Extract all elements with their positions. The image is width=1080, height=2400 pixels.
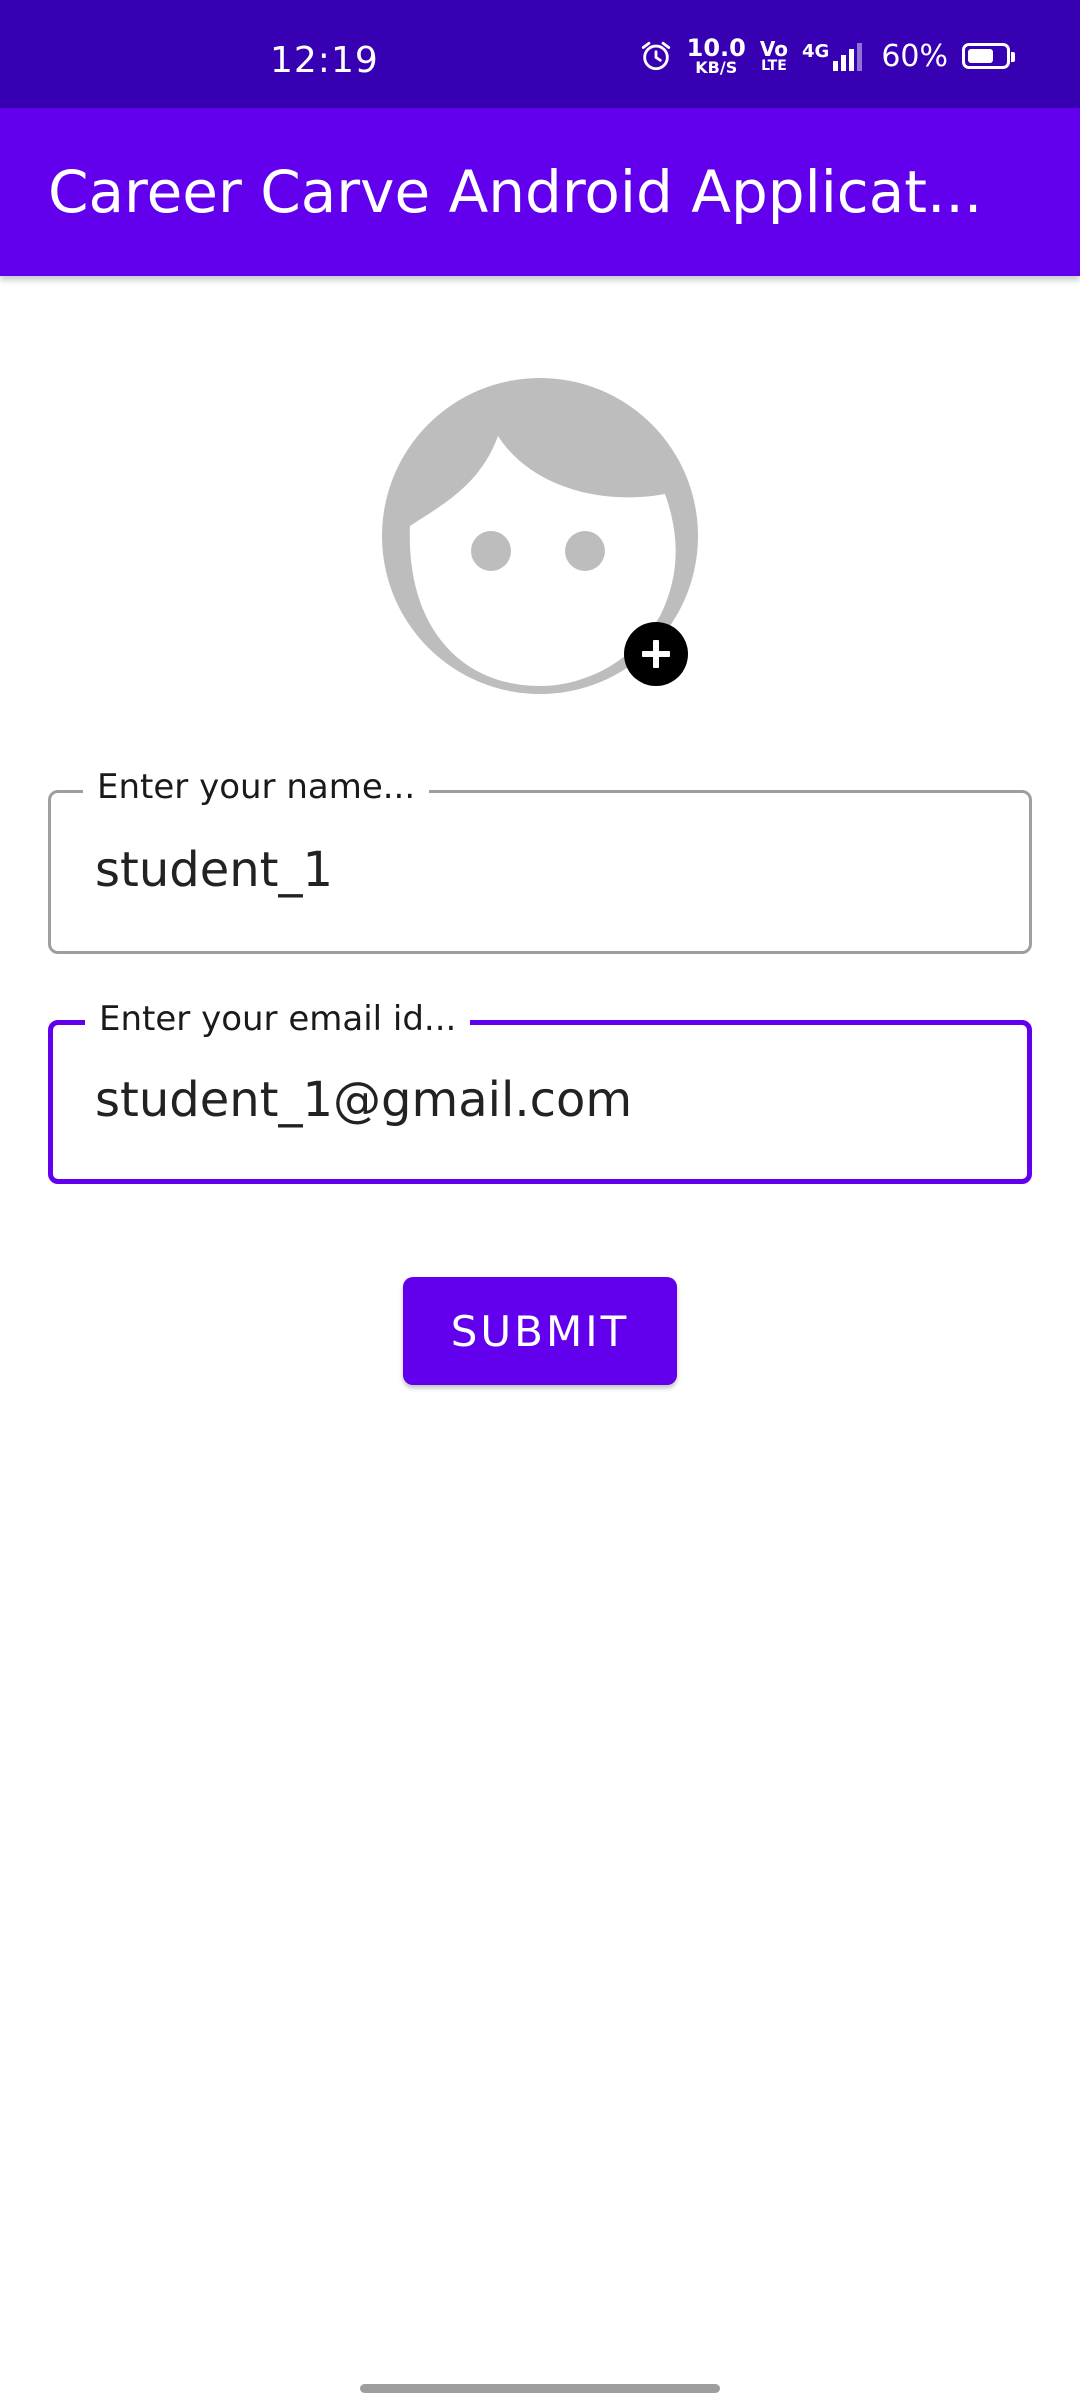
network-type: 4G [802, 41, 830, 62]
status-time: 12:19 [270, 40, 379, 81]
network-speed-unit: KB/S [695, 58, 738, 77]
name-input[interactable] [95, 837, 999, 903]
volte-bottom: LTE [761, 58, 787, 74]
add-photo-button[interactable] [624, 622, 688, 686]
status-icons: 10.0 KB/S Vo LTE 4G 60% [639, 34, 1015, 78]
email-input[interactable] [95, 1067, 997, 1133]
app-title: Career Carve Android Applicat... [48, 158, 983, 226]
email-field[interactable]: Enter your email id... [48, 999, 1032, 1184]
name-field[interactable]: Enter your name... [48, 767, 1032, 954]
alarm-icon [639, 39, 673, 73]
volte-indicator: Vo LTE [760, 39, 788, 73]
app-bar: Career Carve Android Applicat... [0, 108, 1080, 276]
add-circle-icon [642, 640, 670, 668]
status-bar: 12:19 10.0 KB/S Vo LTE 4G 60% [0, 0, 1080, 108]
submit-button[interactable]: SUBMIT [403, 1277, 677, 1385]
battery-fill [968, 49, 994, 63]
network-speed-value: 10.0 [686, 34, 746, 62]
volte-top: Vo [759, 37, 788, 61]
battery-icon [962, 43, 1015, 69]
email-field-label: Enter your email id... [85, 999, 471, 1039]
signal-icon: 4G [802, 41, 867, 71]
home-indicator[interactable] [360, 2384, 720, 2393]
name-field-label: Enter your name... [83, 767, 430, 807]
battery-percent: 60% [881, 38, 948, 74]
network-speed: 10.0 KB/S [687, 36, 746, 76]
